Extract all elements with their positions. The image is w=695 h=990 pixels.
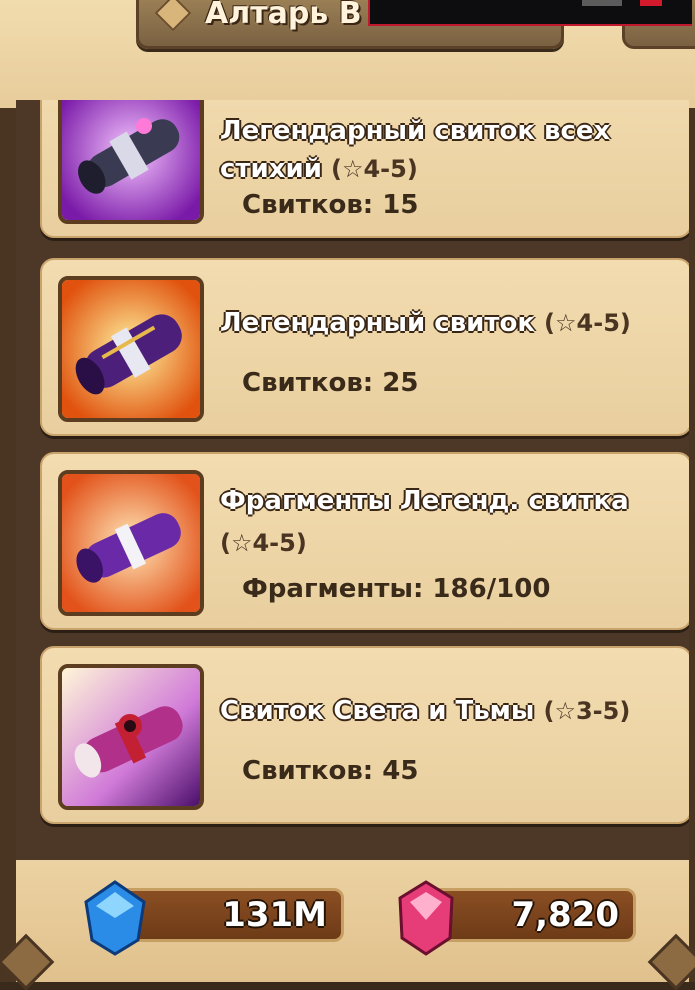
all-elements-scroll-icon <box>58 100 204 224</box>
item-name-line2: (☆4-5) <box>220 524 307 562</box>
overlay-bar <box>368 0 692 26</box>
page-title: Алтарь В <box>205 0 362 31</box>
overlay-close-icon[interactable] <box>640 0 662 6</box>
list-item-light-dark-scroll[interactable]: Свиток Света и Тьмы (☆3-5) Свитков: 45 <box>40 646 689 824</box>
list-item-legendary-scroll[interactable]: Легендарный свиток (☆4-5) Свитков: 25 <box>40 258 689 436</box>
crystal-counter: 7,820 <box>428 888 636 942</box>
crystal-icon <box>398 880 454 956</box>
mana-value: 131M <box>222 895 327 935</box>
item-name-line2: стихий (☆4-5) <box>220 150 418 188</box>
item-name: Легендарный свиток <box>220 308 535 338</box>
item-stars: (☆4-5) <box>544 309 631 337</box>
item-name-line: Легендарный свиток (☆4-5) <box>220 304 631 342</box>
item-stars: (☆3-5) <box>543 697 631 725</box>
item-name-line1: Легендарный свиток всех <box>220 116 611 146</box>
list-item-legendary-fragments[interactable]: Фрагменты Легенд. свитка (☆4-5) Фрагмент… <box>40 452 689 630</box>
currency-bar: 131M 7,820 <box>16 860 689 982</box>
item-stars: (☆4-5) <box>330 155 418 183</box>
legendary-scroll-icon <box>58 276 204 422</box>
item-stars: (☆4-5) <box>220 529 307 557</box>
legendary-fragment-icon <box>58 470 204 616</box>
light-dark-scroll-icon <box>58 664 204 810</box>
item-name: стихий <box>220 154 322 184</box>
mana-gem-icon <box>84 880 146 956</box>
item-count: Свитков: 15 <box>242 190 419 220</box>
item-count: Фрагменты: 186/100 <box>242 574 551 604</box>
overlay-minimize-icon[interactable] <box>582 0 622 6</box>
item-name: Свиток Света и Тьмы <box>220 696 535 726</box>
item-name-line: Свиток Света и Тьмы (☆3-5) <box>220 692 630 730</box>
list-item-all-elements-scroll[interactable]: Легендарный свиток всех стихий (☆4-5) Св… <box>40 100 689 238</box>
item-name: Фрагменты Легенд. свитка <box>220 486 629 516</box>
item-count: Свитков: 45 <box>242 756 419 786</box>
scroll-list[interactable]: Легендарный свиток всех стихий (☆4-5) Св… <box>16 100 689 860</box>
item-count: Свитков: 25 <box>242 368 419 398</box>
crystal-value: 7,820 <box>511 895 619 935</box>
